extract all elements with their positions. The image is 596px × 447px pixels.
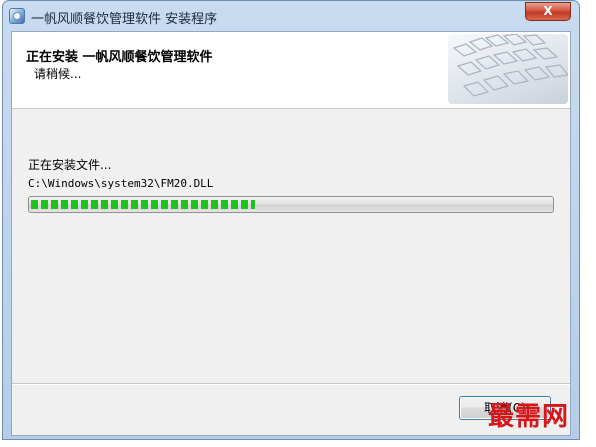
keyboard-graphic — [452, 34, 568, 97]
key-shape — [522, 34, 547, 46]
key-shape — [456, 61, 483, 76]
install-progress-bar — [28, 196, 554, 213]
install-status-text: 正在安装文件... — [28, 158, 112, 172]
title-bar[interactable]: 一帆风顺餐饮管理软件 安装程序 X — [3, 1, 579, 31]
key-shape — [544, 64, 568, 78]
key-shape — [511, 48, 538, 62]
key-shape — [523, 66, 551, 81]
key-shape — [492, 51, 519, 65]
app-icon — [9, 8, 25, 24]
footer-divider — [12, 383, 570, 385]
key-shape — [502, 70, 530, 85]
page-title: 正在安装 一帆风顺餐饮管理软件 — [26, 50, 213, 65]
key-shape — [462, 81, 490, 97]
key-shape — [452, 43, 478, 57]
key-shape — [532, 47, 559, 60]
page-subtitle: 请稍候... — [34, 67, 82, 81]
client-area: 正在安装 一帆风顺餐饮管理软件 请稍候... 正在安装文件... C:\Wind… — [11, 31, 571, 436]
key-shape — [474, 55, 501, 70]
keyboard-image — [448, 34, 568, 104]
installer-window: 一帆风顺餐饮管理软件 安装程序 X 正在安装 一帆风顺餐饮管理软件 请稍候... — [2, 0, 580, 440]
close-icon: X — [543, 4, 553, 18]
watermark-logo: 最需网 — [488, 402, 570, 432]
window-title: 一帆风顺餐饮管理软件 安装程序 — [31, 12, 218, 27]
close-button[interactable]: X — [525, 2, 571, 21]
progress-bar-fill — [31, 200, 255, 209]
current-file-path: C:\Windows\system32\FM20.DLL — [28, 177, 214, 190]
header-panel: 正在安装 一帆风顺餐饮管理软件 请稍候... — [12, 32, 570, 109]
key-shape — [482, 75, 510, 91]
